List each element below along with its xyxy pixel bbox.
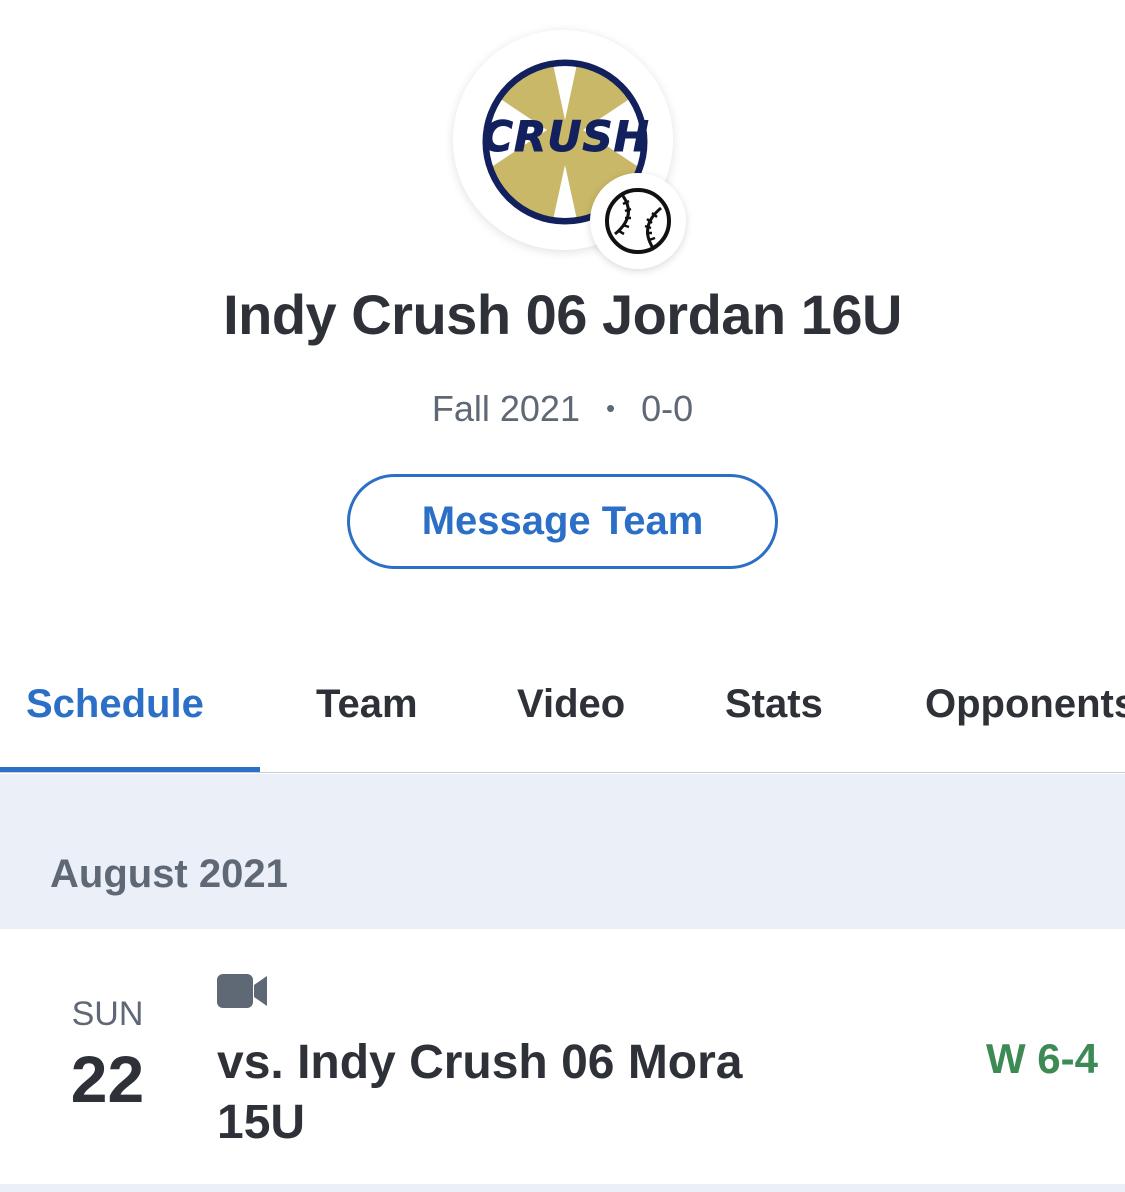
month-section-header: August 2021 <box>0 774 1125 929</box>
season-label: Fall 2021 <box>431 388 580 429</box>
game-day-name: SUN <box>71 995 144 1033</box>
game-day-number: 22 <box>70 1042 145 1116</box>
team-meta: Fall 2021 • 0-0 <box>0 388 1125 430</box>
game-result: W 6-4 <box>985 1035 1098 1082</box>
tab-schedule[interactable]: Schedule <box>26 682 204 727</box>
tab-video[interactable]: Video <box>517 682 625 727</box>
tab-team[interactable]: Team <box>316 682 418 727</box>
team-logo: CRUSH <box>453 30 686 269</box>
message-team-button[interactable]: Message Team <box>347 474 778 569</box>
video-camera-icon <box>217 974 267 1008</box>
game-row[interactable]: SUN 22 vs. Indy Crush 06 Mora 15U W 6-4 <box>0 929 1125 1184</box>
month-label: August 2021 <box>50 852 288 896</box>
game-opponent: vs. Indy Crush 06 Mora 15U <box>217 1036 743 1149</box>
team-record: 0-0 <box>641 388 694 429</box>
section-divider <box>0 1184 1125 1192</box>
meta-separator: • <box>605 393 616 423</box>
tab-opponents[interactable]: Opponents <box>925 682 1125 727</box>
active-tab-indicator <box>0 767 260 772</box>
tab-stats[interactable]: Stats <box>725 682 823 727</box>
sport-badge <box>590 173 686 269</box>
team-tabs: Schedule Team Video Stats Opponents <box>0 660 1125 773</box>
team-logo-text: CRUSH <box>482 112 650 162</box>
team-name: Indy Crush 06 Jordan 16U <box>223 283 902 346</box>
baseball-icon <box>605 188 671 254</box>
